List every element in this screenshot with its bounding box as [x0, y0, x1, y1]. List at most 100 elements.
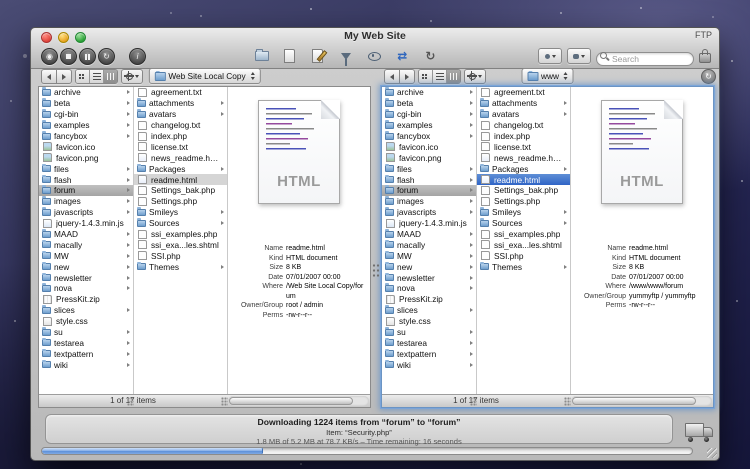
- connect-button[interactable]: ◉: [41, 48, 58, 65]
- filter-button[interactable]: [337, 48, 354, 64]
- remote-path-popup[interactable]: www: [521, 68, 574, 84]
- file-row[interactable]: agreement.txt: [477, 87, 570, 98]
- forward-button[interactable]: [399, 69, 415, 84]
- list-view-button[interactable]: [433, 70, 447, 83]
- file-row[interactable]: su: [382, 327, 476, 338]
- file-row[interactable]: textpattern: [382, 348, 476, 359]
- file-row[interactable]: fancybox: [39, 131, 133, 142]
- file-row[interactable]: examples: [39, 120, 133, 131]
- file-row[interactable]: Sources: [134, 218, 227, 229]
- file-row[interactable]: favicon.ico: [39, 141, 133, 152]
- back-button[interactable]: [384, 69, 399, 84]
- file-row[interactable]: javascripts: [382, 207, 476, 218]
- remote-file-column[interactable]: agreement.txt attachments avatars: [477, 87, 571, 394]
- forward-button[interactable]: [56, 69, 72, 84]
- file-row[interactable]: readme.html: [477, 174, 570, 185]
- pause-button[interactable]: [79, 48, 96, 65]
- file-row[interactable]: Settings.php: [134, 196, 227, 207]
- file-row[interactable]: Themes: [477, 261, 570, 272]
- column-resize-grip[interactable]: [470, 397, 477, 406]
- action-gear-button[interactable]: [464, 69, 486, 84]
- pane-refresh-button[interactable]: ↻: [701, 69, 716, 84]
- search-input[interactable]: [596, 52, 694, 66]
- file-row[interactable]: Smileys: [134, 207, 227, 218]
- file-row[interactable]: MW: [382, 250, 476, 261]
- local-folder-column[interactable]: archive beta cgi-bin: [39, 87, 134, 394]
- file-row[interactable]: attachments: [477, 98, 570, 109]
- file-row[interactable]: readme.html: [134, 174, 227, 185]
- file-row[interactable]: archive: [382, 87, 476, 98]
- edit-file-button[interactable]: [309, 48, 326, 64]
- scrollbar-thumb[interactable]: [572, 397, 696, 405]
- file-row[interactable]: archive: [39, 87, 133, 98]
- file-row[interactable]: Packages: [477, 163, 570, 174]
- file-row[interactable]: nova: [39, 283, 133, 294]
- redo-button[interactable]: ↻: [98, 48, 115, 65]
- file-row[interactable]: macally: [382, 239, 476, 250]
- file-row[interactable]: cgi-bin: [382, 109, 476, 120]
- file-row[interactable]: jquery-1.4.3.min.js: [39, 218, 133, 229]
- file-row[interactable]: Settings_bak.php: [477, 185, 570, 196]
- file-row[interactable]: style.css: [382, 316, 476, 327]
- pane-splitter-handle[interactable]: [372, 263, 380, 277]
- icon-view-button[interactable]: [76, 70, 90, 83]
- file-row[interactable]: favicon.ico: [382, 141, 476, 152]
- file-row[interactable]: agreement.txt: [134, 87, 227, 98]
- file-row[interactable]: Packages: [134, 163, 227, 174]
- file-row[interactable]: testarea: [382, 337, 476, 348]
- column-resize-grip[interactable]: [127, 397, 134, 406]
- back-button[interactable]: [41, 69, 56, 84]
- file-row[interactable]: license.txt: [477, 141, 570, 152]
- file-row[interactable]: images: [39, 196, 133, 207]
- info-button[interactable]: i: [129, 48, 146, 65]
- file-row[interactable]: wiki: [382, 359, 476, 370]
- file-row[interactable]: avatars: [477, 109, 570, 120]
- file-row[interactable]: SSI.php: [134, 250, 227, 261]
- local-file-column[interactable]: agreement.txt attachments avatars: [134, 87, 228, 394]
- file-row[interactable]: avatars: [134, 109, 227, 120]
- file-row[interactable]: examples: [382, 120, 476, 131]
- file-row[interactable]: macally: [39, 239, 133, 250]
- column-view-button[interactable]: [104, 70, 117, 83]
- file-row[interactable]: PressKit.zip: [382, 294, 476, 305]
- file-row[interactable]: textpattern: [39, 348, 133, 359]
- file-row[interactable]: newsletter: [39, 272, 133, 283]
- refresh-button[interactable]: ↻: [422, 48, 439, 64]
- scrollbar-thumb[interactable]: [229, 397, 353, 405]
- file-row[interactable]: style.css: [39, 316, 133, 327]
- file-row[interactable]: news_readme.html: [134, 152, 227, 163]
- file-row[interactable]: changelog.txt: [477, 120, 570, 131]
- column-view-button[interactable]: [447, 70, 460, 83]
- view-options-popup[interactable]: [538, 48, 562, 64]
- file-row[interactable]: PressKit.zip: [39, 294, 133, 305]
- action-gear-button[interactable]: [121, 69, 143, 84]
- file-row[interactable]: nova: [382, 283, 476, 294]
- file-row[interactable]: Settings_bak.php: [134, 185, 227, 196]
- file-row[interactable]: ssi_exa...les.shtml: [134, 239, 227, 250]
- column-resize-grip[interactable]: [221, 397, 228, 406]
- icon-view-button[interactable]: [419, 70, 433, 83]
- file-row[interactable]: index.php: [134, 131, 227, 142]
- file-row[interactable]: javascripts: [39, 207, 133, 218]
- preview-button[interactable]: [366, 48, 383, 64]
- file-row[interactable]: images: [382, 196, 476, 207]
- new-folder-button[interactable]: [253, 48, 270, 64]
- file-row[interactable]: license.txt: [134, 141, 227, 152]
- file-row[interactable]: flash: [39, 174, 133, 185]
- file-row[interactable]: slices: [382, 305, 476, 316]
- list-view-button[interactable]: [90, 70, 104, 83]
- file-row[interactable]: fancybox: [382, 131, 476, 142]
- file-row[interactable]: jquery-1.4.3.min.js: [382, 218, 476, 229]
- file-row[interactable]: flash: [382, 174, 476, 185]
- synchronize-button[interactable]: ⇄: [394, 48, 411, 64]
- file-row[interactable]: MW: [39, 250, 133, 261]
- file-row[interactable]: ssi_exa...les.shtml: [477, 239, 570, 250]
- file-row[interactable]: new: [382, 261, 476, 272]
- file-row[interactable]: SSI.php: [477, 250, 570, 261]
- file-row[interactable]: changelog.txt: [134, 120, 227, 131]
- file-row[interactable]: beta: [39, 98, 133, 109]
- file-row[interactable]: attachments: [134, 98, 227, 109]
- file-row[interactable]: Settings.php: [477, 196, 570, 207]
- file-row[interactable]: MAAD: [39, 229, 133, 240]
- local-path-popup[interactable]: Web Site Local Copy: [148, 68, 260, 84]
